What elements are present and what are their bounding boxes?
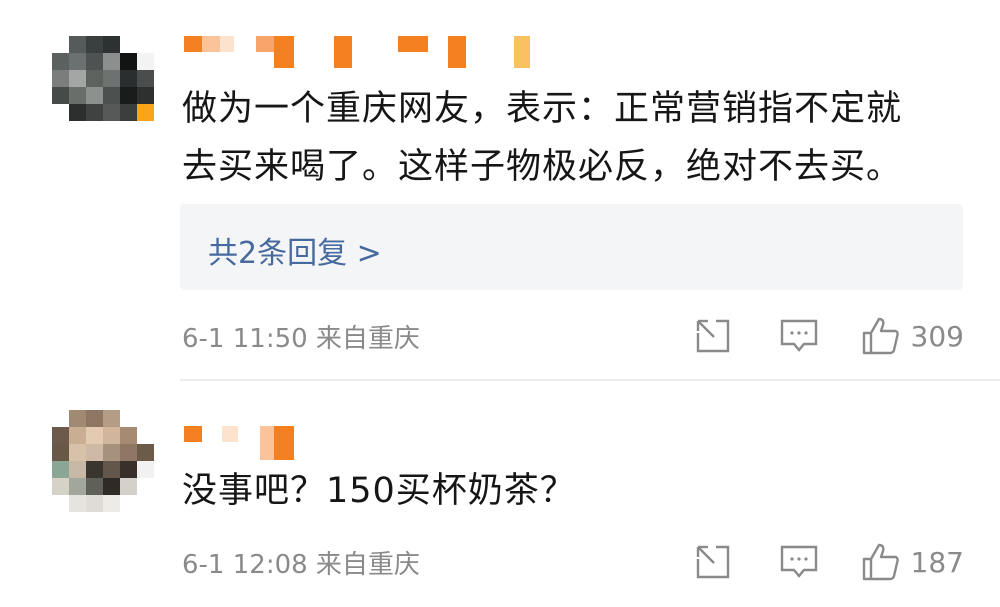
share-icon[interactable] bbox=[689, 538, 737, 586]
username-mosaic[interactable] bbox=[184, 426, 294, 460]
thumbs-up-icon bbox=[862, 543, 899, 581]
like-count: 187 bbox=[910, 545, 964, 579]
avatar[interactable] bbox=[52, 410, 154, 512]
comment-text: 没事吧？150买杯奶茶？ bbox=[182, 471, 576, 511]
comment-icon[interactable] bbox=[775, 538, 823, 586]
comment-actions: 187 bbox=[651, 538, 964, 586]
comment-item: 没事吧？150买杯奶茶？ 6-1 12:08 来自重庆 187 bbox=[0, 0, 1000, 607]
like-button[interactable]: 187 bbox=[861, 542, 964, 582]
comment-meta: 6-1 12:08 来自重庆 bbox=[182, 550, 420, 580]
